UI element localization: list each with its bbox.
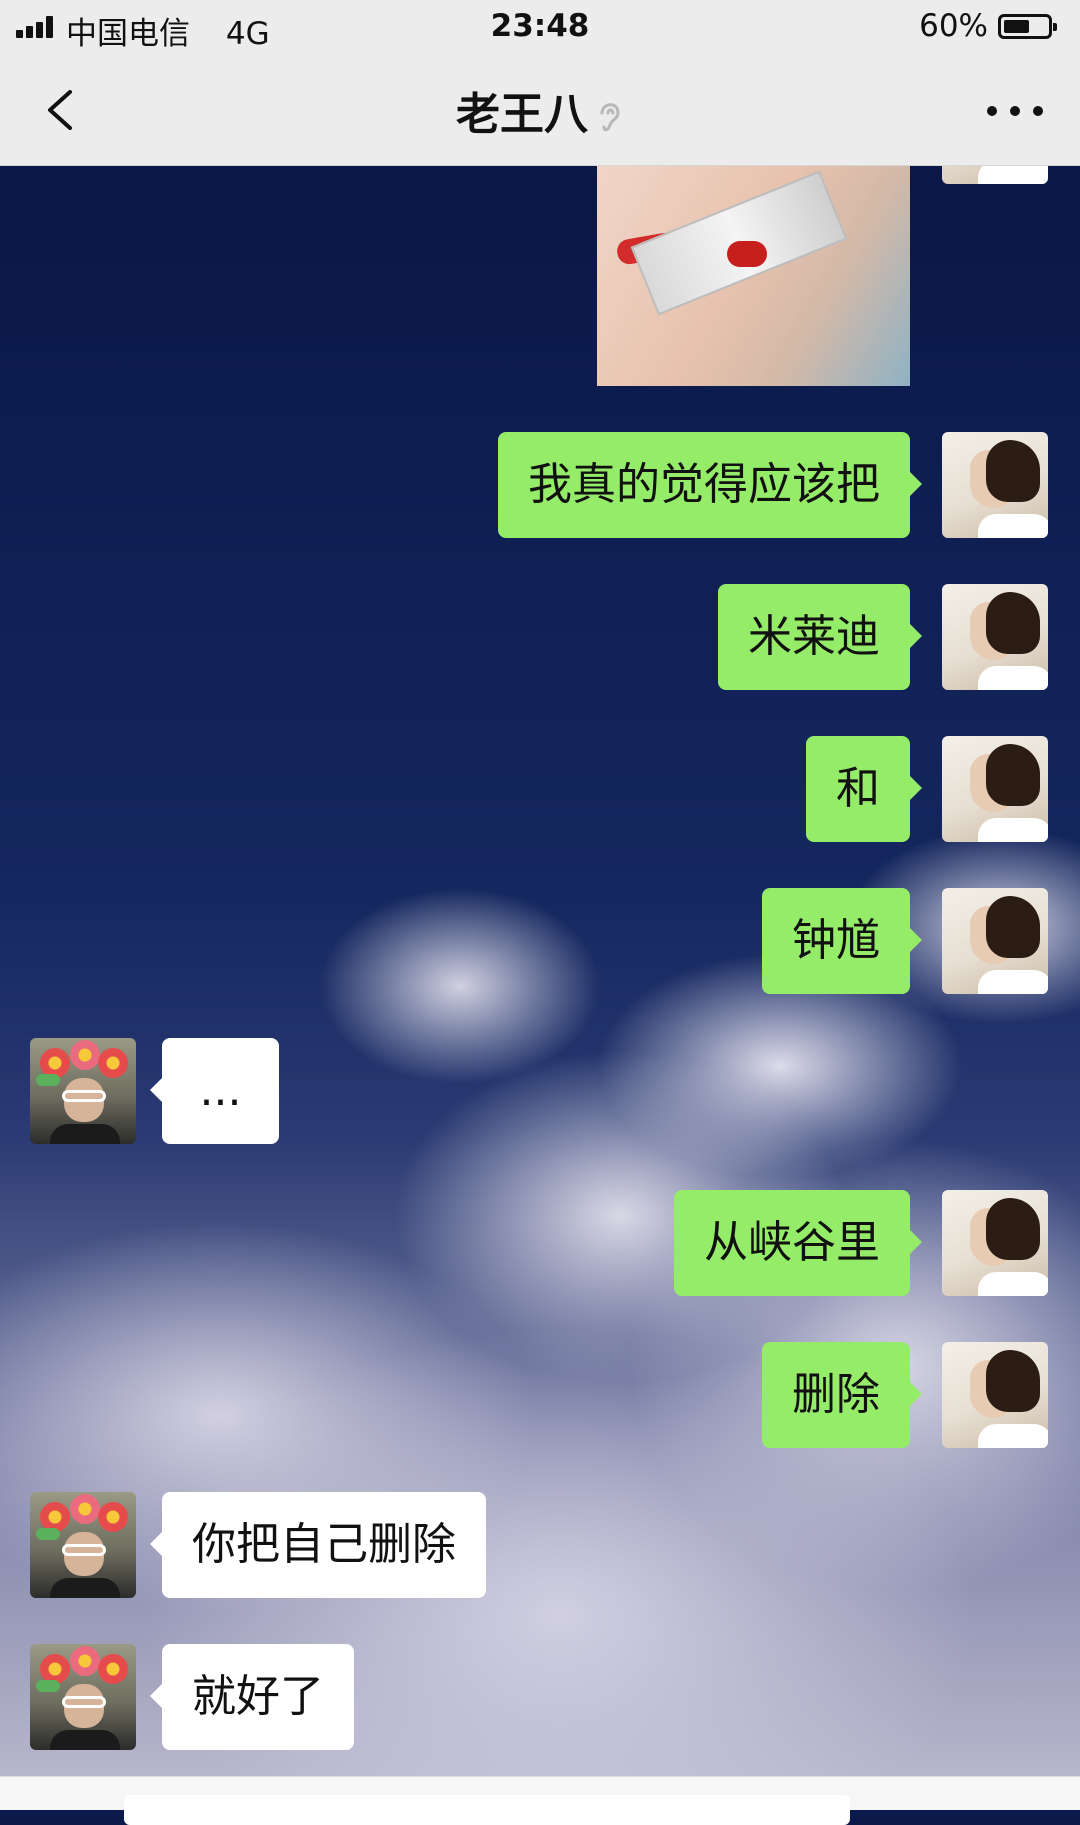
my-message-bubble[interactable]: 钟馗 bbox=[762, 888, 922, 994]
chat-title: 老王八 bbox=[0, 78, 1080, 142]
my-message-bubble[interactable]: 从峡谷里 bbox=[674, 1190, 922, 1296]
message-input[interactable] bbox=[124, 1795, 850, 1825]
battery-percent: 60% bbox=[919, 8, 988, 44]
my-avatar[interactable] bbox=[942, 1190, 1048, 1296]
my-avatar[interactable] bbox=[942, 1342, 1048, 1448]
more-dots-icon[interactable] bbox=[984, 96, 1046, 126]
their-message-bubble[interactable]: ... bbox=[150, 1038, 279, 1144]
clock: 23:48 bbox=[490, 8, 590, 44]
their-message-bubble[interactable]: 就好了 bbox=[150, 1644, 354, 1750]
my-message-bubble[interactable]: 米莱迪 bbox=[718, 584, 922, 690]
my-avatar[interactable] bbox=[942, 736, 1048, 842]
my-message-bubble[interactable]: 和 bbox=[806, 736, 922, 842]
my-avatar[interactable] bbox=[942, 432, 1048, 538]
my-message-bubble[interactable]: 我真的觉得应该把 bbox=[498, 432, 922, 538]
message-row: 我真的觉得应该把 bbox=[0, 432, 1080, 538]
message-row: 钟馗 bbox=[0, 888, 1080, 994]
battery-icon bbox=[998, 14, 1057, 39]
battery-fill bbox=[1004, 20, 1029, 33]
my-message-bubble[interactable]: 删除 bbox=[762, 1342, 922, 1448]
contact-avatar[interactable] bbox=[30, 1492, 136, 1598]
message-row: 和 bbox=[0, 736, 1080, 842]
my-avatar[interactable] bbox=[942, 584, 1048, 690]
their-message-bubble[interactable]: 你把自己删除 bbox=[150, 1492, 486, 1598]
contact-avatar[interactable] bbox=[30, 1644, 136, 1750]
message-row: 从峡谷里 bbox=[0, 1190, 1080, 1296]
image-message[interactable] bbox=[597, 166, 910, 386]
message-row: 你把自己删除 bbox=[0, 1492, 1080, 1598]
my-avatar[interactable] bbox=[942, 166, 1048, 184]
chat-area[interactable]: 我真的觉得应该把 米莱迪 和 钟馗 ... 从峡谷里 删除 你把自己删除 就好了 bbox=[0, 166, 1080, 1776]
message-input-bar bbox=[0, 1776, 1080, 1825]
ear-icon bbox=[600, 103, 620, 132]
message-row: 就好了 bbox=[0, 1644, 1080, 1750]
status-bar: 中国电信 4G 23:48 60% bbox=[0, 0, 1080, 54]
message-row: 删除 bbox=[0, 1342, 1080, 1448]
message-row: ... bbox=[0, 1038, 1080, 1144]
my-avatar[interactable] bbox=[942, 888, 1048, 994]
contact-name: 老王八 bbox=[456, 89, 588, 140]
message-row: 米莱迪 bbox=[0, 584, 1080, 690]
chat-header: 老王八 bbox=[0, 54, 1080, 166]
contact-avatar[interactable] bbox=[30, 1038, 136, 1144]
